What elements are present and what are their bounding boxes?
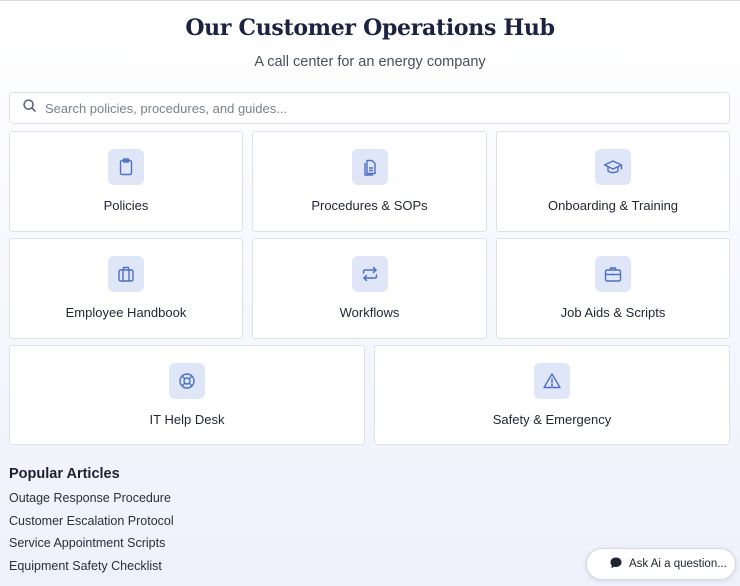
page-title: Our Customer Operations Hub — [185, 15, 555, 41]
luggage-icon — [108, 256, 144, 292]
warning-triangle-icon — [534, 363, 570, 399]
briefcase-icon — [595, 256, 631, 292]
card-label: Policies — [103, 198, 149, 213]
category-card-policies[interactable]: Policies — [9, 131, 243, 232]
category-card-procedures[interactable]: Procedures & SOPs — [252, 131, 487, 232]
article-link[interactable]: Equipment Safety Checklist — [9, 558, 174, 581]
article-link[interactable]: Service Appointment Scripts — [9, 535, 174, 558]
search-input[interactable] — [45, 100, 685, 116]
search-icon — [22, 98, 37, 118]
article-link[interactable]: Outage Response Procedure — [9, 490, 174, 513]
lifebuoy-icon — [169, 363, 205, 399]
category-card-handbook[interactable]: Employee Handbook — [9, 238, 243, 339]
popular-articles-list: Outage Response Procedure Customer Escal… — [9, 490, 174, 580]
popular-articles-heading: Popular Articles — [9, 466, 120, 482]
graduation-cap-icon — [595, 149, 631, 185]
repeat-icon — [351, 256, 388, 292]
page-subtitle: A call center for an energy company — [254, 54, 486, 70]
clipboard-icon — [108, 149, 144, 185]
article-link[interactable]: Customer Escalation Protocol — [9, 513, 174, 536]
ask-ai-button[interactable]: Ask Ai a question... — [586, 548, 736, 580]
card-label: Employee Handbook — [65, 305, 187, 320]
card-label: Procedures & SOPs — [311, 198, 428, 213]
chat-bubble-icon — [609, 556, 623, 573]
documents-icon — [351, 149, 388, 185]
card-label: Onboarding & Training — [547, 198, 679, 213]
card-label: Job Aids & Scripts — [560, 305, 666, 320]
card-label: Safety & Emergency — [492, 412, 612, 427]
category-card-safety[interactable]: Safety & Emergency — [374, 345, 730, 445]
card-label: Workflows — [339, 305, 400, 320]
ask-ai-label: Ask Ai a question... — [629, 558, 727, 570]
category-card-job-aids[interactable]: Job Aids & Scripts — [496, 238, 730, 339]
category-card-onboarding[interactable]: Onboarding & Training — [496, 131, 730, 232]
category-card-it-help-desk[interactable]: IT Help Desk — [9, 345, 365, 445]
card-label: IT Help Desk — [149, 412, 225, 427]
search-bar[interactable] — [9, 92, 730, 124]
category-card-workflows[interactable]: Workflows — [252, 238, 487, 339]
